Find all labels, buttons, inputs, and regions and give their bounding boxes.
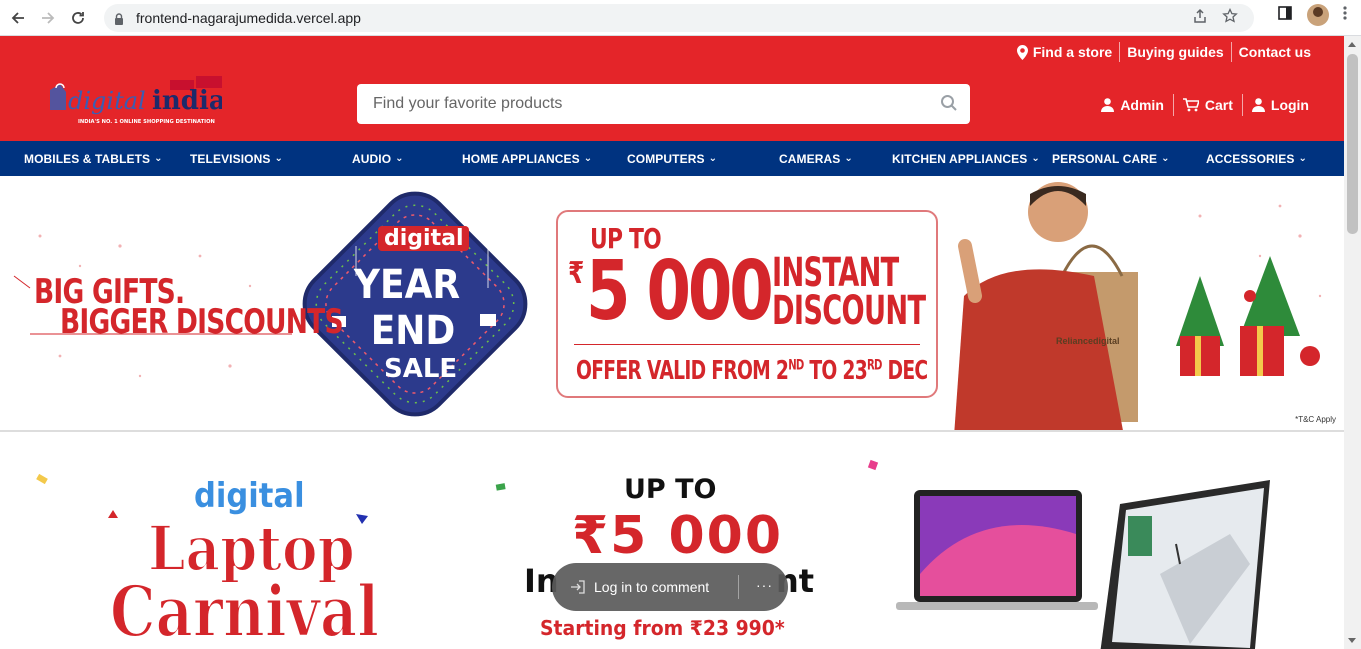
category-home-appliances[interactable]: HOME APPLIANCES ⌄ (462, 141, 592, 176)
laptop-carnival-banner[interactable]: digital Laptop Carnival UP TO ₹5 000 In … (0, 434, 1344, 649)
find-a-store-link[interactable]: Find a store (1010, 44, 1119, 60)
login-to-comment-pill[interactable]: Log in to comment ··· (552, 563, 788, 611)
category-accessories[interactable]: ACCESSORIES ⌄ (1206, 141, 1307, 176)
reload-icon[interactable] (63, 3, 93, 33)
back-arrow-icon[interactable] (3, 3, 33, 33)
more-options-icon[interactable]: ··· (756, 577, 773, 593)
bag-brand-text: Reliancedigital (1056, 336, 1120, 346)
category-nav: MOBILES & TABLETS ⌄ TELEVISIONS ⌄ AUDIO ⌄ H… (0, 141, 1344, 176)
chevron-down-icon: ⌄ (395, 153, 404, 164)
logo-tagline: INDIA'S NO. 1 ONLINE SHOPPING DESTINATIO… (78, 119, 215, 125)
site-header: Find a store Buying guides Contact us di… (0, 36, 1344, 141)
badge-year: YEAR (353, 262, 461, 308)
search-icon[interactable] (940, 94, 958, 117)
banner-line2: BIGGER DISCOUNTS (60, 302, 344, 342)
carnival-title-carnival: Carnival (109, 569, 380, 649)
carnival-upto: UP TO (624, 474, 717, 505)
carnival-starting: Starting from ₹23 990* (540, 616, 785, 640)
browser-toolbar: frontend-nagarajumedida.vercel.app (0, 0, 1361, 36)
login-to-comment-label: Log in to comment (594, 579, 710, 595)
carnival-amount: ₹5 000 (572, 506, 784, 566)
share-icon[interactable] (1192, 8, 1208, 28)
user-icon (1251, 98, 1265, 112)
year-end-sale-banner[interactable]: BIG GIFTS. BIGGER DISCOUNTS digital YEAR… (0, 176, 1344, 432)
page-scrollbar[interactable] (1344, 36, 1361, 649)
offer-validity: OFFER VALID FROM 2ND TO 23RD DEC (576, 356, 928, 386)
category-audio[interactable]: AUDIO ⌄ (352, 141, 404, 176)
category-kitchen-appliances[interactable]: KITCHEN APPLIANCES ⌄ (892, 141, 1040, 176)
category-mobiles-tablets[interactable]: MOBILES & TABLETS ⌄ (24, 141, 163, 176)
search-bar (357, 84, 970, 124)
carnival-brand: digital (194, 476, 305, 516)
badge-sale: SALE (384, 354, 458, 384)
kebab-menu-icon[interactable] (1343, 5, 1347, 26)
search-input[interactable] (373, 95, 913, 113)
chevron-down-icon: ⌄ (154, 153, 163, 164)
top-links: Find a store Buying guides Contact us (1010, 42, 1318, 62)
badge-end: END (370, 308, 456, 354)
cart-icon (1182, 98, 1199, 112)
url-text: frontend-nagarajumedida.vercel.app (136, 10, 361, 26)
chevron-down-icon: ⌄ (844, 153, 853, 164)
category-televisions[interactable]: TELEVISIONS ⌄ (190, 141, 283, 176)
buying-guides-link[interactable]: Buying guides (1120, 44, 1230, 60)
side-panel-icon[interactable] (1277, 5, 1293, 26)
offer-discount: DISCOUNT (772, 288, 926, 334)
chevron-down-icon: ⌄ (274, 153, 283, 164)
chevron-down-icon: ⌄ (708, 153, 718, 164)
forward-arrow-icon[interactable] (33, 3, 63, 33)
site-logo[interactable]: digital india INDIA'S NO. 1 ONLINE SHOPP… (46, 76, 226, 128)
lock-icon (114, 12, 124, 25)
terms-text: *T&C Apply (1295, 415, 1336, 424)
chevron-down-icon: ⌄ (1031, 153, 1040, 164)
chevron-down-icon: ⌄ (583, 153, 593, 164)
offer-amount: 5 000 (586, 244, 774, 339)
category-personal-care[interactable]: PERSONAL CARE ⌄ (1052, 141, 1170, 176)
cart-link[interactable]: Cart (1174, 97, 1242, 113)
chevron-down-icon: ⌄ (1298, 153, 1307, 164)
contact-us-link[interactable]: Contact us (1232, 44, 1318, 60)
login-icon (570, 580, 586, 594)
category-cameras[interactable]: CAMERAS ⌄ (779, 141, 853, 176)
offer-rupee: ₹ (568, 256, 584, 291)
login-link[interactable]: Login (1243, 97, 1318, 113)
admin-link[interactable]: Admin (1092, 97, 1173, 113)
scroll-thumb[interactable] (1347, 54, 1358, 234)
chevron-down-icon: ⌄ (1161, 153, 1170, 164)
user-icon (1101, 98, 1115, 112)
scroll-up-arrow[interactable] (1348, 42, 1356, 47)
logo-text-india: india (152, 86, 222, 116)
divider (738, 575, 739, 599)
location-pin-icon (1016, 44, 1028, 60)
category-computers[interactable]: COMPUTERS ⌄ (627, 141, 717, 176)
profile-avatar[interactable] (1307, 4, 1329, 26)
logo-text-digital: digital (68, 87, 146, 115)
address-bar[interactable]: frontend-nagarajumedida.vercel.app (104, 4, 1254, 32)
badge-brand: digital (378, 226, 470, 251)
offer-divider (574, 344, 920, 345)
offer-box: UP TO ₹ 5 000 INSTANT DISCOUNT OFFER VAL… (556, 210, 938, 398)
account-links: Admin Cart Login (1092, 94, 1318, 116)
scroll-down-arrow[interactable] (1348, 638, 1356, 643)
star-icon[interactable] (1222, 7, 1238, 28)
